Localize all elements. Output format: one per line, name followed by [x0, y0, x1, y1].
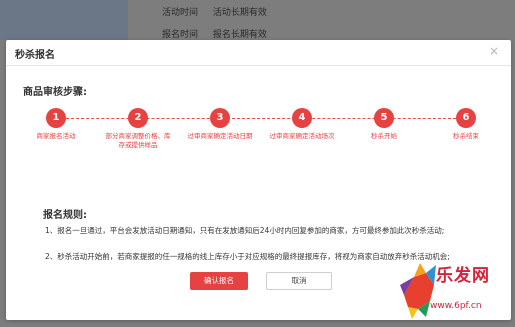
step-number: 6	[456, 108, 476, 128]
step-1: 1 商家报名活动	[21, 108, 91, 141]
step-2: 2 部分商家调整价格、库存或提供样品	[103, 108, 173, 150]
signup-time-value: 报名长期有效	[212, 30, 267, 40]
step-label: 商家报名活动	[36, 132, 76, 140]
activity-time-label: 活动时间	[162, 8, 199, 18]
watermark: 乐发网 www.6pf.cn	[400, 255, 512, 325]
watermark-text: 乐发网	[436, 266, 490, 286]
signup-time-row: 报名时间 报名长期有效	[162, 27, 267, 40]
cancel-button[interactable]: 取消	[266, 272, 332, 290]
step-label: 部分商家调整价格、库存或提供样品	[105, 132, 171, 149]
signup-rule-1: 1、报名一旦通过，平台会发放活动日期通知，只有在发放通知后24小时内回复参加的商…	[45, 226, 445, 235]
background-image-panel	[0, 0, 128, 40]
activity-time-value: 活动长期有效	[212, 8, 267, 18]
step-number: 3	[210, 108, 230, 128]
watermark-url: www.6pf.cn	[430, 301, 482, 311]
step-label: 秒杀开始	[371, 132, 397, 140]
step-4: 4 过审商家确定活动场次	[267, 108, 337, 141]
dialog-header: 秒杀报名 ×	[6, 40, 511, 66]
review-steps: 1 商家报名活动 2 部分商家调整价格、库存或提供样品 3 过审商家确定活动日期…	[37, 108, 482, 158]
step-number: 5	[374, 108, 394, 128]
step-6: 6 秒杀结束	[431, 108, 501, 141]
step-number: 2	[128, 108, 148, 128]
signup-time-label: 报名时间	[162, 30, 199, 40]
step-label: 过审商家确定活动日期	[187, 132, 253, 140]
activity-time-row: 活动时间 活动长期有效	[162, 5, 267, 18]
step-number: 4	[292, 108, 312, 128]
review-steps-title: 商品审核步骤:	[23, 87, 87, 98]
step-3: 3 过审商家确定活动日期	[185, 108, 255, 141]
step-number: 1	[46, 108, 66, 128]
step-5: 5 秒杀开始	[349, 108, 419, 141]
step-label: 过审商家确定活动场次	[269, 132, 335, 140]
signup-rules-title: 报名规则:	[43, 210, 87, 221]
confirm-signup-button[interactable]: 确认报名	[190, 272, 248, 290]
dialog-title: 秒杀报名	[15, 50, 55, 61]
close-icon[interactable]: ×	[489, 45, 499, 57]
step-label: 秒杀结束	[453, 132, 479, 140]
